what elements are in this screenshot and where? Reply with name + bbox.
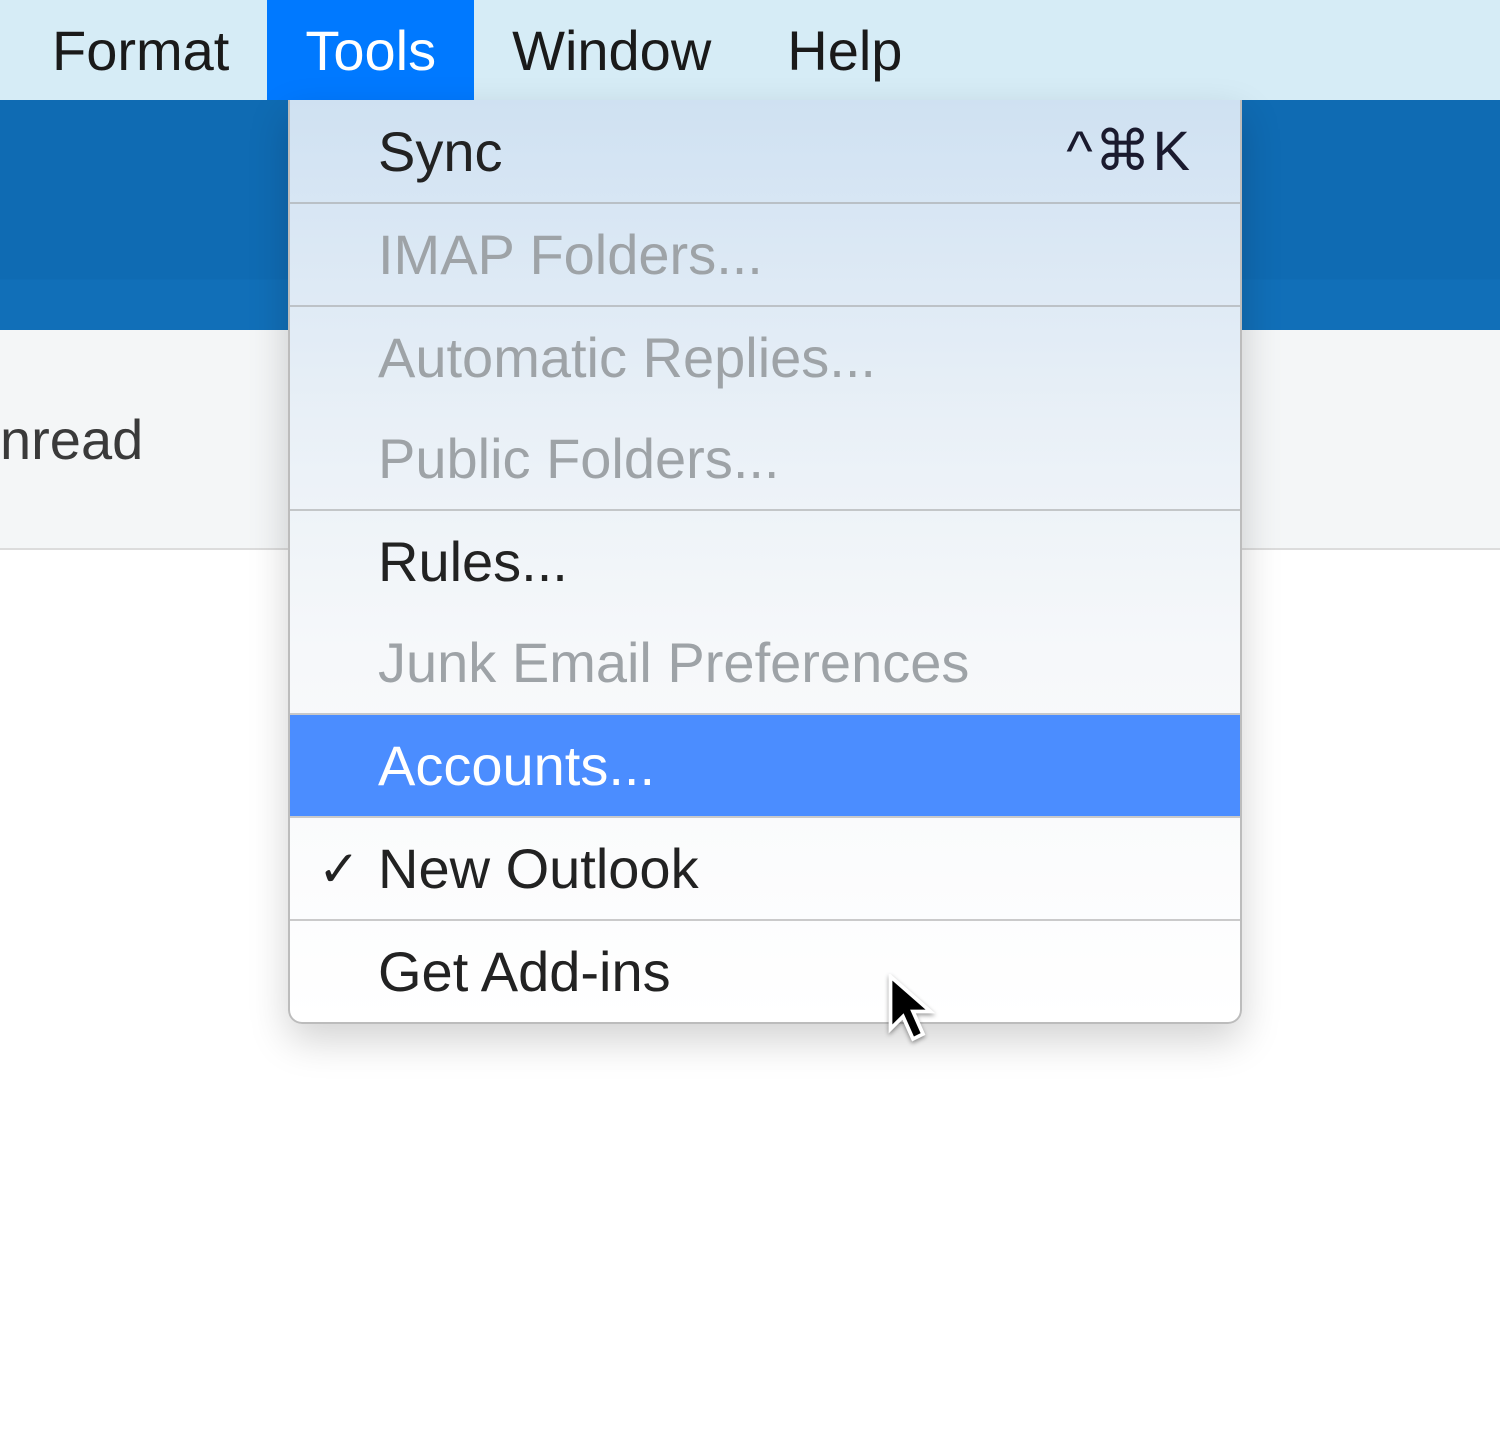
menubar-item-label: Window (512, 18, 711, 83)
menu-item-label: Rules... (378, 529, 568, 594)
menu-item-accounts[interactable]: Accounts... (290, 715, 1240, 816)
menu-section: ✓ New Outlook (290, 818, 1240, 921)
menu-item-label: Sync (378, 119, 503, 184)
menu-item-junk-email-preferences: Junk Email Preferences (290, 612, 1240, 713)
menu-item-label: Accounts... (378, 733, 655, 798)
menu-item-automatic-replies: Automatic Replies... (290, 307, 1240, 408)
menu-section: Rules... Junk Email Preferences (290, 511, 1240, 715)
menu-section: Accounts... (290, 715, 1240, 818)
menu-section: Get Add-ins (290, 921, 1240, 1022)
menu-item-rules[interactable]: Rules... (290, 511, 1240, 612)
menu-item-sync[interactable]: Sync ^⌘K (290, 100, 1240, 202)
app-window: Format Tools Window Help nread Sync ^⌘K (0, 0, 1500, 1408)
menu-item-label: IMAP Folders... (378, 222, 763, 287)
menu-item-label: Get Add-ins (378, 939, 671, 1004)
menu-item-label: Public Folders... (378, 426, 780, 491)
menubar-item-window[interactable]: Window (474, 0, 749, 100)
filter-tab-unread[interactable]: nread (0, 407, 143, 472)
menu-section: IMAP Folders... (290, 204, 1240, 307)
menubar-item-label: Format (52, 18, 229, 83)
tools-dropdown: Sync ^⌘K IMAP Folders... Automatic Repli… (288, 100, 1242, 1024)
menubar-item-tools[interactable]: Tools (267, 0, 474, 100)
menu-item-label: Automatic Replies... (378, 325, 876, 390)
menu-item-label: New Outlook (378, 836, 699, 901)
menu-item-shortcut: ^⌘K (1066, 118, 1192, 184)
menubar: Format Tools Window Help (0, 0, 1500, 100)
menu-item-public-folders: Public Folders... (290, 408, 1240, 509)
menu-item-get-add-ins[interactable]: Get Add-ins (290, 921, 1240, 1022)
menu-item-label: Junk Email Preferences (378, 630, 969, 695)
menu-section: Sync ^⌘K (290, 100, 1240, 204)
menu-item-new-outlook[interactable]: ✓ New Outlook (290, 818, 1240, 919)
menubar-item-label: Tools (305, 18, 436, 83)
check-icon: ✓ (318, 840, 360, 898)
menubar-item-format[interactable]: Format (14, 0, 267, 100)
menu-section: Automatic Replies... Public Folders... (290, 307, 1240, 511)
menubar-item-help[interactable]: Help (749, 0, 940, 100)
menu-item-imap-folders: IMAP Folders... (290, 204, 1240, 305)
menubar-item-label: Help (787, 18, 902, 83)
